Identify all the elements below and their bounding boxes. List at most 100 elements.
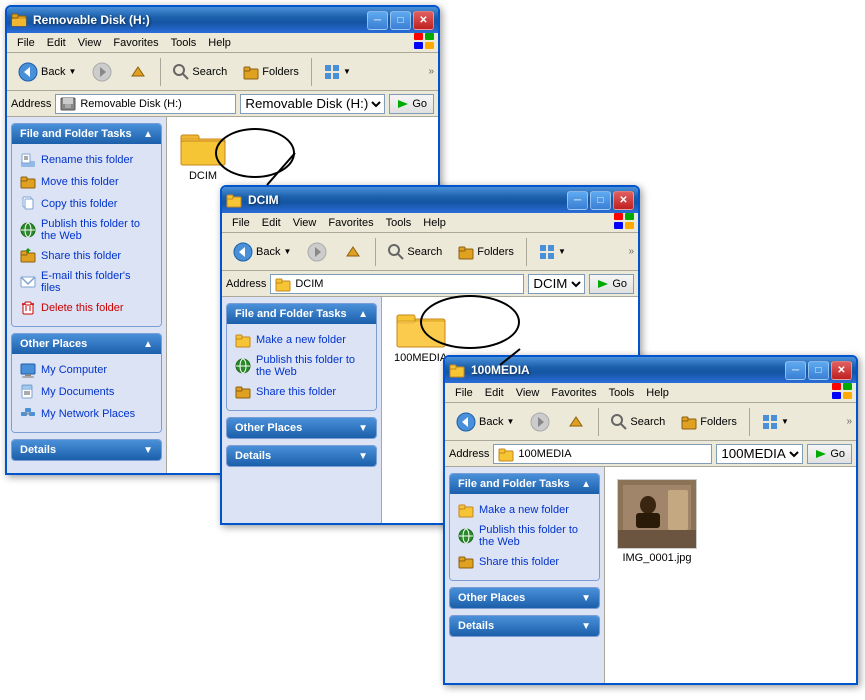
- address-dropdown-3[interactable]: 100MEDIA: [716, 444, 803, 464]
- maximize-btn-1[interactable]: □: [390, 11, 411, 30]
- newfolder-icon-2: [235, 332, 251, 348]
- views-btn-3[interactable]: ▼: [755, 410, 796, 434]
- copy-icon: [20, 196, 36, 212]
- search-label-3: Search: [630, 416, 665, 428]
- maximize-btn-3[interactable]: □: [808, 361, 829, 380]
- share-item-3[interactable]: Share this folder: [454, 552, 595, 572]
- copy-item[interactable]: Copy this folder: [16, 194, 157, 214]
- back-btn-1[interactable]: Back ▼: [11, 58, 83, 86]
- section-header-details-3[interactable]: Details ▼: [450, 616, 599, 636]
- section-header-file-2[interactable]: File and Folder Tasks ▲: [227, 304, 376, 324]
- section-header-file-1[interactable]: File and Folder Tasks ▲: [12, 124, 161, 144]
- up-btn-1[interactable]: [121, 58, 155, 86]
- menu-file-3[interactable]: File: [449, 385, 479, 401]
- address-input-1[interactable]: Removable Disk (H:): [55, 94, 236, 114]
- newfolder-item-2[interactable]: Make a new folder: [231, 330, 372, 350]
- section-other-places-2: Other Places ▼: [226, 417, 377, 439]
- address-bar-2: Address DCIM DCIM Go: [222, 271, 638, 297]
- section-header-other-1[interactable]: Other Places ▲: [12, 334, 161, 354]
- minimize-btn-3[interactable]: ─: [785, 361, 806, 380]
- menu-tools-2[interactable]: Tools: [380, 215, 418, 231]
- img-thumbnail-1[interactable]: IMG_0001.jpg: [613, 475, 701, 568]
- address-dropdown-2[interactable]: DCIM: [528, 274, 585, 294]
- menu-edit-2[interactable]: Edit: [256, 215, 287, 231]
- menu-help-3[interactable]: Help: [640, 385, 675, 401]
- menu-tools-3[interactable]: Tools: [603, 385, 641, 401]
- menu-help-1[interactable]: Help: [202, 35, 237, 51]
- folders-btn-1[interactable]: Folders: [236, 60, 306, 84]
- minimize-btn-2[interactable]: ─: [567, 191, 588, 210]
- menu-view-3[interactable]: View: [510, 385, 546, 401]
- search-btn-2[interactable]: Search: [381, 240, 449, 264]
- menu-file-1[interactable]: File: [11, 35, 41, 51]
- sep-5: [598, 408, 599, 436]
- minimize-btn-1[interactable]: ─: [367, 11, 388, 30]
- publish-item-2[interactable]: Publish this folder to the Web: [231, 352, 372, 380]
- address-input-3[interactable]: 100MEDIA: [493, 444, 712, 464]
- main-content-3: IMG_0001.jpg: [605, 467, 856, 683]
- move-item[interactable]: Move this folder: [16, 172, 157, 192]
- publish-item-3[interactable]: Publish this folder to the Web: [454, 522, 595, 550]
- menu-favorites-1[interactable]: Favorites: [107, 35, 164, 51]
- section-header-other-2[interactable]: Other Places ▼: [227, 418, 376, 438]
- close-btn-3[interactable]: ✕: [831, 361, 852, 380]
- views-btn-1[interactable]: ▼: [317, 60, 358, 84]
- section-header-details-1[interactable]: Details ▼: [12, 440, 161, 460]
- section-header-details-2[interactable]: Details ▼: [227, 446, 376, 466]
- menu-view-1[interactable]: View: [72, 35, 108, 51]
- maximize-btn-2[interactable]: □: [590, 191, 611, 210]
- mynetwork-icon: [20, 406, 36, 422]
- folders-btn-3[interactable]: Folders: [674, 410, 744, 434]
- go-btn-1[interactable]: Go: [389, 94, 434, 114]
- mynetwork-item[interactable]: My Network Places: [16, 404, 157, 424]
- folders-btn-2[interactable]: Folders: [451, 240, 521, 264]
- left-panel-2: File and Folder Tasks ▲ Make a new folde…: [222, 297, 382, 523]
- close-btn-1[interactable]: ✕: [413, 11, 434, 30]
- menu-favorites-3[interactable]: Favorites: [545, 385, 602, 401]
- up-btn-2[interactable]: [336, 238, 370, 266]
- menu-view-2[interactable]: View: [287, 215, 323, 231]
- newfolder-text-2: Make a new folder: [256, 334, 346, 346]
- search-btn-1[interactable]: Search: [166, 60, 234, 84]
- 100media-folder[interactable]: 100MEDIA: [390, 305, 451, 368]
- section-header-other-3[interactable]: Other Places ▼: [450, 588, 599, 608]
- menu-favorites-2[interactable]: Favorites: [322, 215, 379, 231]
- section-header-file-3[interactable]: File and Folder Tasks ▲: [450, 474, 599, 494]
- back-btn-3[interactable]: Back ▼: [449, 408, 521, 436]
- address-folder-icon-2: [275, 276, 291, 292]
- menu-edit-1[interactable]: Edit: [41, 35, 72, 51]
- mycomputer-item[interactable]: My Computer: [16, 360, 157, 380]
- close-btn-2[interactable]: ✕: [613, 191, 634, 210]
- go-btn-2[interactable]: Go: [589, 274, 634, 294]
- dcim-folder[interactable]: DCIM: [175, 125, 231, 186]
- forward-btn-1[interactable]: [85, 58, 119, 86]
- delete-item[interactable]: Delete this folder: [16, 298, 157, 318]
- mydocs-item[interactable]: My Documents: [16, 382, 157, 402]
- window-100media[interactable]: 100MEDIA ─ □ ✕ File Edit View Favorites …: [443, 355, 858, 685]
- back-btn-2[interactable]: Back ▼: [226, 238, 298, 266]
- go-btn-3[interactable]: Go: [807, 444, 852, 464]
- publish-icon-2: [235, 358, 251, 374]
- publish-item[interactable]: Publish this folder to the Web: [16, 216, 157, 244]
- email-item[interactable]: E-mail this folder's files: [16, 268, 157, 296]
- menu-file-2[interactable]: File: [226, 215, 256, 231]
- chevron-file-1: ▲: [143, 129, 153, 140]
- search-btn-3[interactable]: Search: [604, 410, 672, 434]
- menu-bar-3: File Edit View Favorites Tools Help: [445, 383, 856, 403]
- address-dropdown-1[interactable]: Removable Disk (H:): [240, 94, 385, 114]
- up-btn-3[interactable]: [559, 408, 593, 436]
- address-label-1: Address: [11, 98, 51, 110]
- address-input-2[interactable]: DCIM: [270, 274, 524, 294]
- menu-tools-1[interactable]: Tools: [165, 35, 203, 51]
- share-item-2[interactable]: Share this folder: [231, 382, 372, 402]
- forward-btn-2[interactable]: [300, 238, 334, 266]
- forward-btn-3[interactable]: [523, 408, 557, 436]
- share-item[interactable]: Share this folder: [16, 246, 157, 266]
- rename-item[interactable]: Rename this folder: [16, 150, 157, 170]
- newfolder-item-3[interactable]: Make a new folder: [454, 500, 595, 520]
- menu-edit-3[interactable]: Edit: [479, 385, 510, 401]
- address-value-3: 100MEDIA: [518, 448, 571, 460]
- section-file-tasks-2: File and Folder Tasks ▲ Make a new folde…: [226, 303, 377, 411]
- views-btn-2[interactable]: ▼: [532, 240, 573, 264]
- menu-help-2[interactable]: Help: [417, 215, 452, 231]
